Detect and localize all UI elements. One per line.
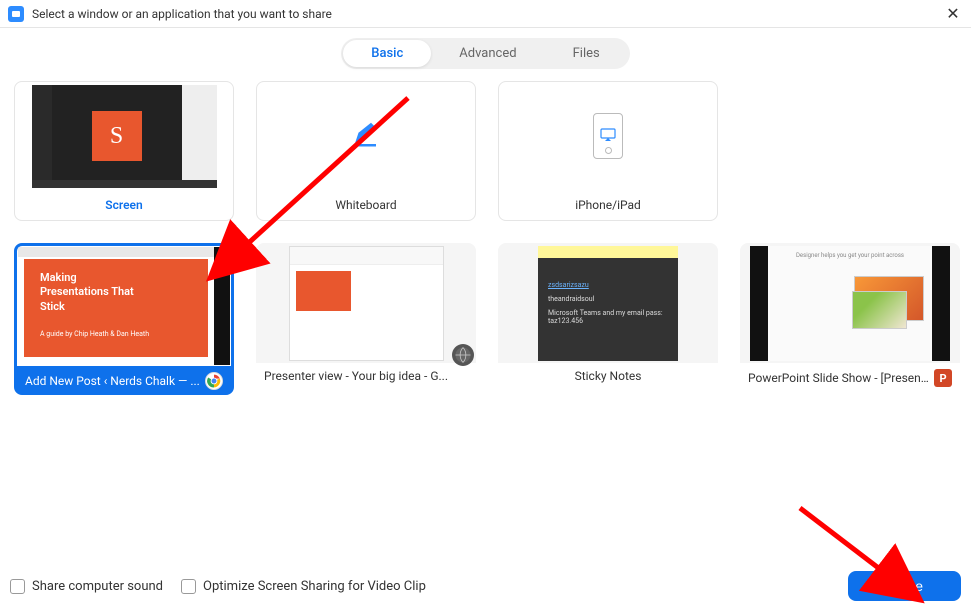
powerpoint-icon: P bbox=[934, 369, 952, 387]
share-option-presenter-window[interactable]: Presenter view - Your big idea - G... bbox=[256, 243, 476, 395]
presenter-thumbnail bbox=[289, 246, 444, 361]
share-option-powerpoint-window[interactable]: Designer helps you get your point across… bbox=[740, 243, 960, 395]
powerpoint-window-label: PowerPoint Slide Show - [Present... P bbox=[740, 363, 960, 393]
window-title: Select a window or an application that y… bbox=[32, 7, 943, 21]
share-option-whiteboard[interactable]: Whiteboard bbox=[256, 81, 476, 221]
tab-advanced[interactable]: Advanced bbox=[431, 40, 544, 67]
sticky-thumbnail: zsdsarizsazu theandraidsoul Microsoft Te… bbox=[538, 246, 678, 361]
tab-bar: Basic Advanced Files bbox=[0, 28, 971, 81]
powerpoint-thumbnail: Designer helps you get your point across bbox=[750, 246, 950, 361]
screen-thumbnail: S bbox=[32, 85, 217, 188]
presenter-window-label: Presenter view - Your big idea - G... bbox=[256, 363, 476, 389]
optimize-checkbox[interactable]: Optimize Screen Sharing for Video Clip bbox=[181, 579, 426, 594]
titlebar: Select a window or an application that y… bbox=[0, 0, 971, 28]
orange-square-icon: S bbox=[92, 111, 142, 161]
zoom-app-icon bbox=[8, 6, 24, 22]
iphone-label: iPhone/iPad bbox=[575, 190, 641, 220]
close-button[interactable]: ✕ bbox=[943, 4, 963, 24]
phone-icon bbox=[593, 113, 623, 159]
chrome-window-label: Add New Post ‹ Nerds Chalk — ... bbox=[17, 366, 231, 395]
share-sound-checkbox[interactable]: Share computer sound bbox=[10, 579, 163, 594]
optimize-label: Optimize Screen Sharing for Video Clip bbox=[203, 579, 426, 594]
share-options-grid: S Screen Whiteboard bbox=[0, 81, 971, 395]
share-option-screen[interactable]: S Screen bbox=[14, 81, 234, 221]
airplay-icon bbox=[600, 127, 616, 146]
checkbox-icon bbox=[10, 579, 25, 594]
whiteboard-label: Whiteboard bbox=[335, 190, 396, 220]
chrome-thumbnail: Making Presentations That Stick A guide … bbox=[18, 247, 230, 365]
sticky-window-label: Sticky Notes bbox=[498, 363, 718, 389]
chrome-icon bbox=[205, 372, 223, 390]
tab-basic[interactable]: Basic bbox=[343, 40, 431, 67]
checkbox-icon bbox=[181, 579, 196, 594]
share-button[interactable]: Share bbox=[848, 571, 961, 601]
share-sound-label: Share computer sound bbox=[32, 579, 163, 594]
share-option-chrome-window[interactable]: Making Presentations That Stick A guide … bbox=[14, 243, 234, 395]
screen-label: Screen bbox=[105, 190, 142, 220]
globe-icon bbox=[452, 344, 474, 366]
footer: Share computer sound Optimize Screen Sha… bbox=[0, 565, 971, 607]
pencil-icon bbox=[351, 119, 381, 153]
share-option-iphone[interactable]: iPhone/iPad bbox=[498, 81, 718, 221]
tab-files[interactable]: Files bbox=[545, 40, 628, 67]
share-option-sticky-window[interactable]: zsdsarizsazu theandraidsoul Microsoft Te… bbox=[498, 243, 718, 395]
